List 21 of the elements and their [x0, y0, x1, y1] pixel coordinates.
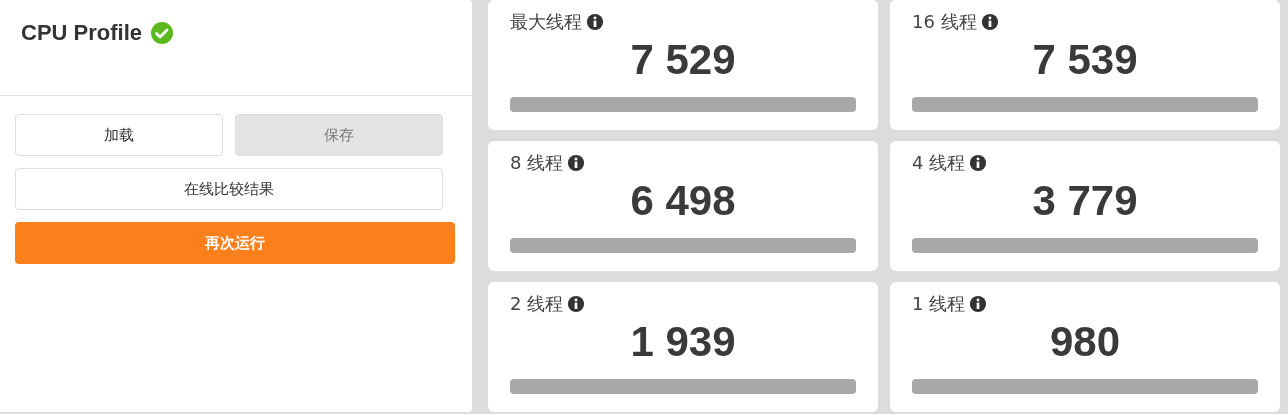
score-value: 3 779: [1032, 176, 1138, 226]
info-icon[interactable]: [586, 12, 604, 31]
action-button[interactable]: 在线比较结果: [15, 168, 443, 210]
score-value: 980: [1049, 317, 1121, 367]
info-icon[interactable]: [969, 153, 988, 172]
score-label: 最大线程: [510, 10, 582, 34]
profile-title: CPU Profile: [21, 19, 143, 47]
score-value: 6 498: [630, 176, 736, 226]
score-value: 7 529: [630, 35, 736, 85]
action-button[interactable]: 加载: [15, 114, 223, 156]
score-value: 1 939: [630, 317, 736, 367]
score-label: 4 线程: [912, 151, 966, 175]
score-value: 7 539: [1032, 35, 1138, 85]
score-label: 1 线程: [912, 292, 966, 316]
score-label: 2 线程: [510, 292, 564, 316]
info-icon[interactable]: [969, 294, 988, 313]
info-icon[interactable]: [567, 153, 586, 172]
info-icon[interactable]: [980, 12, 999, 31]
score-label: 8 线程: [510, 151, 564, 175]
info-icon[interactable]: [567, 294, 586, 313]
score-label: 16 线程: [912, 10, 977, 34]
